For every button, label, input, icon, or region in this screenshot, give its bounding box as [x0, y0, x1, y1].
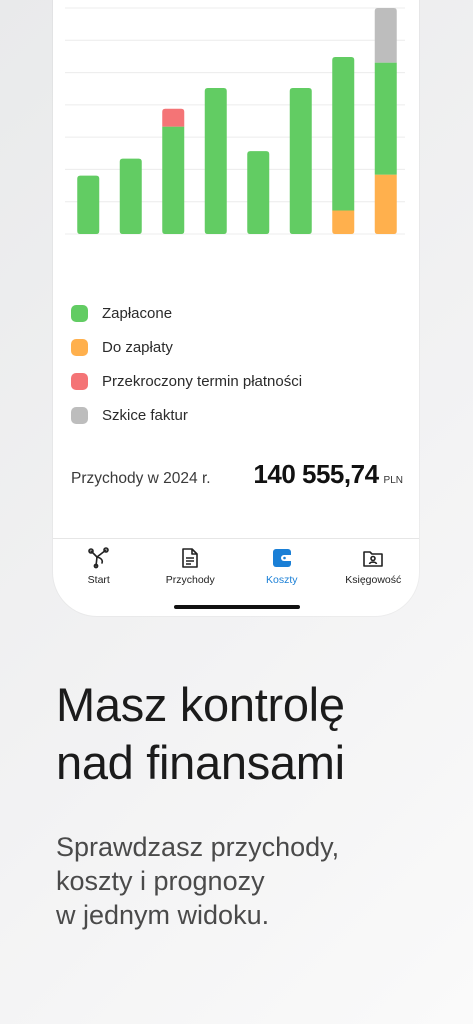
- headline-line-1: Masz kontrolę: [56, 678, 345, 731]
- subtext-line-1: Sprawdzasz przychody,: [56, 832, 340, 862]
- home-indicator: [174, 605, 300, 609]
- bar-segment-7-3: [374, 8, 397, 63]
- headline: Masz kontrolę nad finansami: [56, 676, 345, 792]
- legend-item-overdue: Przekroczony termin płatności: [71, 364, 302, 398]
- subtext-line-3: w jednym widoku.: [56, 900, 270, 930]
- legend-item-paid: Zapłacone: [71, 296, 302, 330]
- legend-label-to-pay: Do zapłaty: [102, 338, 173, 356]
- legend-label-drafts: Szkice faktur: [102, 406, 188, 424]
- subtext-line-2: koszty i prognozy: [56, 866, 265, 896]
- bar-segment-6-0: [332, 210, 355, 234]
- bar-segment-2-1: [162, 126, 185, 234]
- headline-line-2: nad finansami: [56, 736, 345, 789]
- bar-segment-5-1: [289, 88, 312, 235]
- legend-item-drafts: Szkice faktur: [71, 398, 302, 432]
- legend-swatch-paid: [71, 304, 88, 322]
- tab-ksiegowosc[interactable]: Księgowość: [328, 539, 420, 616]
- summary-currency: PLN: [383, 475, 403, 486]
- bar-segment-2-2: [162, 108, 185, 127]
- legend-label-paid: Zapłacone: [102, 304, 173, 322]
- document-icon: [182, 548, 199, 568]
- bar-segment-3-1: [204, 88, 227, 235]
- legend-swatch-drafts: [71, 406, 88, 424]
- tab-start[interactable]: Start: [53, 539, 145, 616]
- legend-label-overdue: Przekroczony termin płatności: [102, 372, 303, 390]
- bar-segment-4-1: [247, 151, 270, 234]
- tab-label-przychody: Przychody: [165, 574, 215, 586]
- bar-segment-1-1: [119, 158, 142, 234]
- revenue-bar-chart: [65, 7, 405, 235]
- chart-legend: Zapłacone Do zapłaty Przekroczony termin…: [71, 296, 302, 432]
- wallet-icon: [272, 549, 291, 567]
- subtext: Sprawdzasz przychody, koszty i prognozy …: [56, 830, 456, 932]
- bar-segment-7-1: [374, 62, 397, 175]
- summary-amount: 140 555,74: [253, 459, 379, 489]
- legend-swatch-overdue: [71, 372, 88, 390]
- summary-label: Przychody w 2024 r.: [71, 470, 211, 487]
- tab-label-start: Start: [87, 574, 110, 586]
- bar-segment-7-0: [374, 174, 397, 234]
- tab-label-ksiegowosc: Księgowość: [345, 574, 402, 586]
- folder-user-icon: [363, 551, 384, 567]
- legend-swatch-to-pay: [71, 338, 88, 356]
- bar-segment-6-1: [332, 56, 355, 211]
- phone-screen: Zapłacone Do zapłaty Przekroczony termin…: [53, 0, 419, 616]
- bar-segment-0-1: [77, 175, 100, 234]
- start-icon: [87, 547, 109, 569]
- legend-item-to-pay: Do zapłaty: [71, 330, 302, 364]
- tab-label-koszty: Koszty: [265, 574, 298, 586]
- revenue-summary: Przychody w 2024 r. 140 555,74 PLN: [71, 459, 403, 490]
